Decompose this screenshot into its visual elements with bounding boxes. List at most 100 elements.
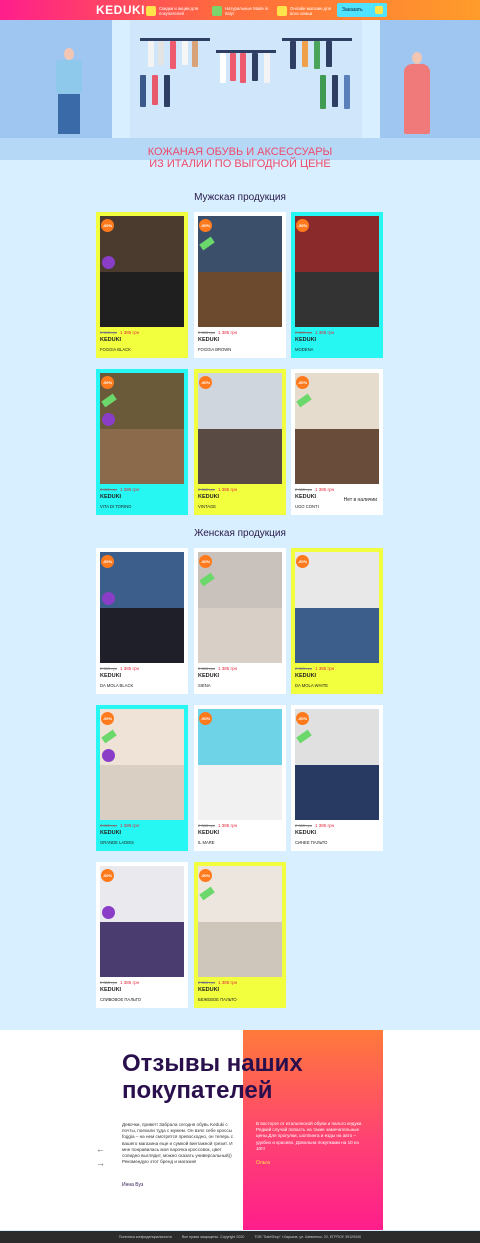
price: 1 385 грн	[120, 823, 140, 828]
photo-bg	[100, 765, 184, 820]
product-card[interactable]: -50% 2 383 грн 1 385 грн KEDUKI GRANDE LADIE…	[96, 705, 188, 851]
discount-badge: -50%	[296, 712, 309, 725]
product-name[interactable]: БЕЖЕВОЕ ПАЛЬТО	[198, 997, 237, 1002]
product-card[interactable]: -50% 2 383 грн 1 385 грн KEDUKI FOGGIA BROWN	[194, 212, 286, 358]
product-card[interactable]: -50% 2 383 грн 1 385 грн KEDUKI FOGGIA BLACK	[96, 212, 188, 358]
product-card[interactable]: -50% 2 383 грн 1 385 грн KEDUKI IL MARE	[194, 705, 286, 851]
price: 1 385 грн	[315, 487, 335, 492]
product-photo[interactable]	[295, 709, 379, 820]
clothing-item	[344, 75, 350, 109]
product-photo[interactable]	[100, 709, 184, 820]
footer: Политика конфиденциальности Все права за…	[0, 1231, 480, 1243]
clothing-item	[164, 75, 170, 107]
product-card[interactable]: -50% 2 383 грн 1 385 грн KEDUKI VITA DI TORI…	[96, 369, 188, 515]
product-photo[interactable]	[198, 552, 282, 663]
footer-policy-link[interactable]: Политика конфиденциальности	[119, 1235, 172, 1239]
cart-icon	[375, 6, 383, 14]
hero-banner	[0, 20, 480, 160]
discount-badge: -50%	[199, 555, 212, 568]
product-card[interactable]: -50% 2 383 грн 1 385 грн KEDUKI UGO CONTI Нет…	[291, 369, 383, 515]
old-price: 2 383 грн	[295, 823, 313, 828]
product-name[interactable]: DA MOLA BLACK	[100, 683, 133, 688]
product-photo[interactable]	[198, 866, 282, 977]
product-photo[interactable]	[198, 709, 282, 820]
discount-badge: -50%	[101, 376, 114, 389]
discount-icon	[146, 6, 156, 16]
top-bar: KEDUKI Скидки и акции для покупателей На…	[0, 0, 480, 20]
mannequin-male-shirt	[56, 60, 82, 94]
product-photo[interactable]	[100, 216, 184, 327]
product-card[interactable]: -50% 2 383 грн 1 385 грн KEDUKI СИНЕЕ ПАЛЬТО	[291, 705, 383, 851]
product-name[interactable]: SIENA	[198, 683, 211, 688]
product-name[interactable]: IL MARE	[198, 840, 215, 845]
price: 1 385 грн	[315, 666, 335, 671]
old-price: 2 383 грн	[198, 330, 216, 335]
old-price: 2 383 грн	[198, 823, 216, 828]
header-feature-text: Натуральные Made in Italy!	[225, 6, 269, 16]
order-button[interactable]: Заказать	[337, 3, 387, 17]
product-brand: KEDUKI	[198, 337, 220, 343]
product-card[interactable]: -50% 2 383 грн 1 385 грн KEDUKI БЕЖЕВОЕ ПАЛЬ…	[194, 862, 286, 1008]
price: 1 385 грн	[218, 666, 238, 671]
product-brand: KEDUKI	[295, 673, 317, 679]
product-name[interactable]: СИНЕЕ ПАЛЬТО	[295, 840, 327, 845]
product-card[interactable]: -50% 2 383 грн 1 385 грн KEDUKI DA MOLA WHIT…	[291, 548, 383, 694]
photo-bg	[295, 429, 379, 484]
product-name[interactable]: MODENA	[295, 347, 313, 352]
product-name[interactable]: VINTAGE	[198, 504, 216, 509]
product-photo[interactable]	[198, 216, 282, 327]
product-photo[interactable]	[295, 373, 379, 484]
product-name[interactable]: UGO CONTI	[295, 504, 319, 509]
clothing-item	[252, 53, 258, 81]
clothing-item	[326, 41, 332, 67]
product-photo[interactable]	[100, 373, 184, 484]
old-price: 2 383 грн	[295, 666, 313, 671]
header-feature-text: Скидки и акции для покупателей	[159, 6, 199, 16]
arrow-left-icon[interactable]: ←	[96, 1144, 105, 1154]
product-brand: KEDUKI	[295, 830, 317, 836]
store-icon	[277, 6, 287, 16]
price: 1 385 грн	[218, 823, 238, 828]
old-price: 2 383 грн	[100, 823, 118, 828]
product-photo[interactable]	[295, 216, 379, 327]
price: 1 385 грн	[218, 980, 238, 985]
old-price: 2 383 грн	[198, 980, 216, 985]
old-price: 2 383 грн	[295, 487, 313, 492]
discount-badge: -50%	[199, 712, 212, 725]
product-card[interactable]: -50% 2 383 грн 1 385 грн KEDUKI VINTAGE	[194, 369, 286, 515]
stock-status: Нет в наличии	[343, 497, 377, 503]
photo-bg	[198, 765, 282, 820]
product-photo[interactable]	[295, 552, 379, 663]
reviews-title: Отзывы наших покупателей	[122, 1050, 303, 1104]
product-photo[interactable]	[100, 552, 184, 663]
discount-badge: -50%	[199, 219, 212, 232]
price: 1 385 грн	[120, 487, 140, 492]
discount-badge: -50%	[101, 219, 114, 232]
product-brand: KEDUKI	[198, 673, 220, 679]
review-text: В восторге от итальянской обуви и пальто…	[256, 1121, 363, 1151]
product-brand: KEDUKI	[198, 830, 220, 836]
product-card[interactable]: -50% 2 383 грн 1 385 грн KEDUKI СЛИВОВОЕ ПАЛ…	[96, 862, 188, 1008]
arrow-right-icon[interactable]: →	[96, 1158, 105, 1168]
mannequin-female	[412, 52, 422, 64]
product-card[interactable]: -50% 2 383 грн 1 385 грн KEDUKI MODENA	[291, 212, 383, 358]
discount-badge: -50%	[101, 555, 114, 568]
product-name[interactable]: FOGGIA BROWN	[198, 347, 231, 352]
product-card[interactable]: -50% 2 383 грн 1 385 грн KEDUKI SIENA	[194, 548, 286, 694]
product-name[interactable]: GRANDE LADIES	[100, 840, 134, 845]
price: 1 385 грн	[315, 823, 335, 828]
product-name[interactable]: VITA DI TORINO	[100, 504, 131, 509]
photo-bg	[295, 272, 379, 327]
price: 1 385 грн	[315, 330, 335, 335]
product-card[interactable]: -50% 2 383 грн 1 385 грн KEDUKI DA MOLA BLAC…	[96, 548, 188, 694]
product-name[interactable]: FOGGIA BLACK	[100, 347, 131, 352]
photo-bg	[295, 765, 379, 820]
product-name[interactable]: DA MOLA WHITE	[295, 683, 328, 688]
photo-bg	[100, 272, 184, 327]
product-name[interactable]: СЛИВОВОЕ ПАЛЬТО	[100, 997, 141, 1002]
site-logo[interactable]: KEDUKI	[96, 3, 145, 17]
product-brand: KEDUKI	[100, 673, 122, 679]
product-photo[interactable]	[100, 866, 184, 977]
clothing-item	[314, 41, 320, 69]
product-photo[interactable]	[198, 373, 282, 484]
